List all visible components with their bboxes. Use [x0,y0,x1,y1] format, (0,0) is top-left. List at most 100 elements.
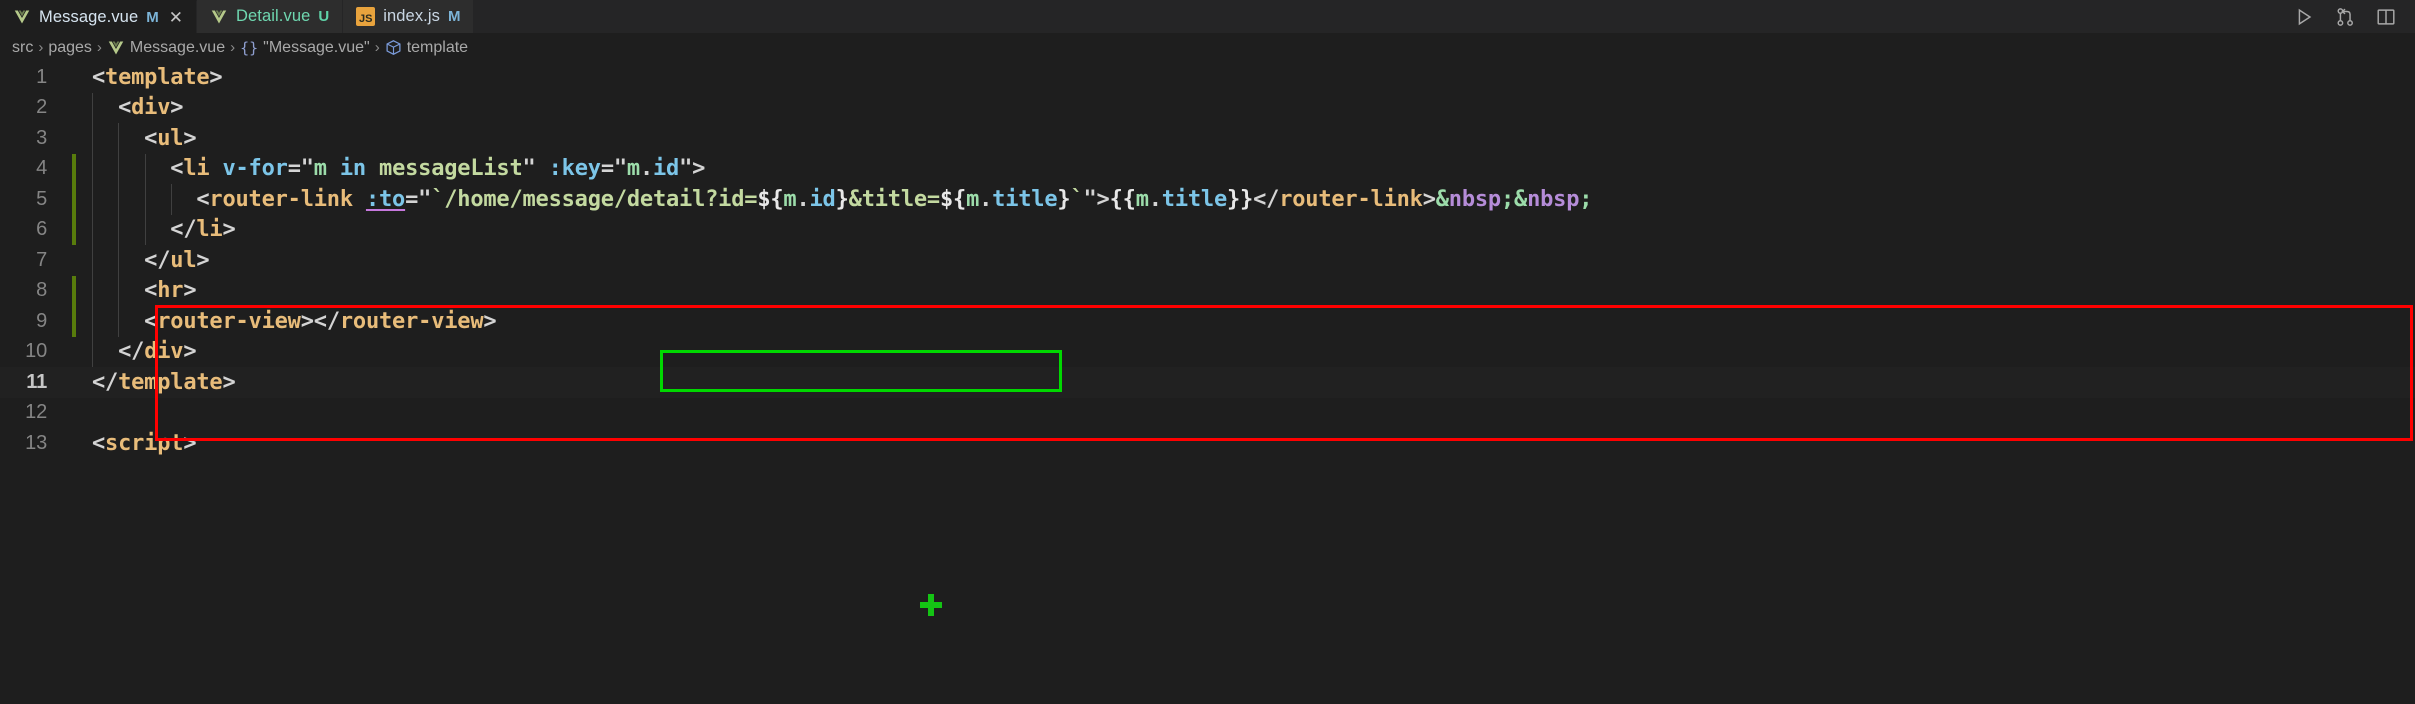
editor-tab-message-vue[interactable]: Message.vue M ✕ [0,0,197,33]
code-line-4[interactable]: 4 <li v-for="m in messageList" :key="m.i… [0,153,2415,184]
indent-guide [118,306,120,337]
token: title [1161,186,1228,212]
line-number: 5 [36,187,47,210]
breadcrumb-separator: › [230,39,236,56]
breadcrumb-separator: › [96,39,102,56]
token: . [796,186,810,212]
code-line-2[interactable]: 2 <div> [0,92,2415,123]
git-change-marker [72,275,76,306]
token: m [1135,186,1149,212]
symbol-module-icon [386,40,401,55]
token: < [92,156,184,182]
token: < [92,430,106,456]
token: router-view [157,308,301,334]
tab-status-badge: M [447,8,461,25]
token: router-link [1279,186,1423,212]
token: > [183,278,197,304]
token: id [653,156,680,182]
split-editor-icon[interactable] [2375,6,2397,28]
line-number: 10 [25,340,47,363]
code-line-7[interactable]: 7 </ul> [0,245,2415,276]
breadcrumb-item-messagevue[interactable]: Message.vue [107,39,225,57]
git-change-marker [72,214,76,245]
breadcrumb-label: "Message.vue" [263,38,370,56]
token: m [313,156,327,182]
git-change-marker [72,306,76,337]
code-text: </template> [72,370,236,395]
editor-tab-index-js[interactable]: JS index.js M [343,0,475,33]
code-line-6[interactable]: 6 </li> [0,214,2415,245]
token: > [183,125,197,151]
breadcrumb-item-messagevue[interactable]: {} "Message.vue" [240,39,370,57]
code-line-8[interactable]: 8 <hr> [0,275,2415,306]
code-line-9[interactable]: 9 <router-view></router-view> [0,306,2415,337]
token: template [105,64,210,90]
token: ul [157,125,184,151]
breadcrumb-item-template[interactable]: template [385,39,468,57]
token: id [809,186,836,212]
indent-guide [92,275,93,306]
indent-guide [144,184,146,215]
token: ` [1070,186,1084,212]
token: > [222,369,236,395]
indent-guide [92,245,93,276]
token: m [783,186,797,212]
code-line-10[interactable]: 10 </div> [0,336,2415,367]
code-text: <router-view></router-view> [72,309,496,334]
indent-guide [144,153,146,184]
code-line-13[interactable]: 13 <script> [0,428,2415,459]
code-text: </div> [72,339,196,364]
tab-close-icon[interactable]: ✕ [169,9,183,26]
token: template [118,369,223,395]
indent-guide [92,92,93,123]
breadcrumb-label: pages [48,38,92,56]
indent-guide [92,184,93,215]
token: </ [92,247,171,273]
code-line-1[interactable]: 1 <template> [0,62,2415,93]
compare-changes-icon[interactable] [2334,6,2356,28]
token: & [1514,186,1528,212]
token: script [105,430,184,456]
breadcrumb-item-pages[interactable]: pages [48,39,92,57]
code-text: <div> [72,95,183,120]
tab-status-badge: M [146,8,159,26]
token: & [1435,186,1449,212]
git-change-marker [72,153,76,184]
breadcrumb-item-src[interactable]: src [12,39,33,57]
token: . [979,186,993,212]
line-number: 6 [36,218,47,241]
token: {{ [1109,186,1136,212]
code-line-5[interactable]: 5 <router-link :to="`/home/message/detai… [0,184,2415,215]
indent-guide [118,184,120,215]
code-line-3[interactable]: 3 <ul> [0,123,2415,154]
code-line-11[interactable]: 11 </template> [0,367,2415,398]
token: "> [679,156,706,182]
code-editor[interactable]: 1 <template> 2 <div> 3 <ul> 4 <li v-for="m i… [0,62,2415,704]
line-number: 8 [36,279,47,302]
line-number: 9 [36,309,47,332]
tab-bar-spacer [474,0,2283,33]
code-line-12[interactable]: 12 [0,398,2415,429]
token: " [300,156,314,182]
token: ></ [300,308,340,334]
code-text: <li v-for="m in messageList" :key="m.id"… [72,156,705,181]
token: < [92,186,210,212]
indent-guide [171,184,173,215]
code-text: <script> [72,430,197,456]
editor-tab-detail-vue[interactable]: Detail.vue U [197,0,344,33]
run-icon[interactable] [2293,6,2315,28]
token: > [196,247,210,273]
braces-icon: {} [240,38,259,57]
indent-guide [118,123,120,154]
indent-guide [92,214,93,245]
token: div [131,95,171,121]
indent-guide [118,214,120,245]
token: = [405,186,419,212]
token: = [287,156,301,182]
token: " [418,186,432,212]
token: " [613,156,627,182]
